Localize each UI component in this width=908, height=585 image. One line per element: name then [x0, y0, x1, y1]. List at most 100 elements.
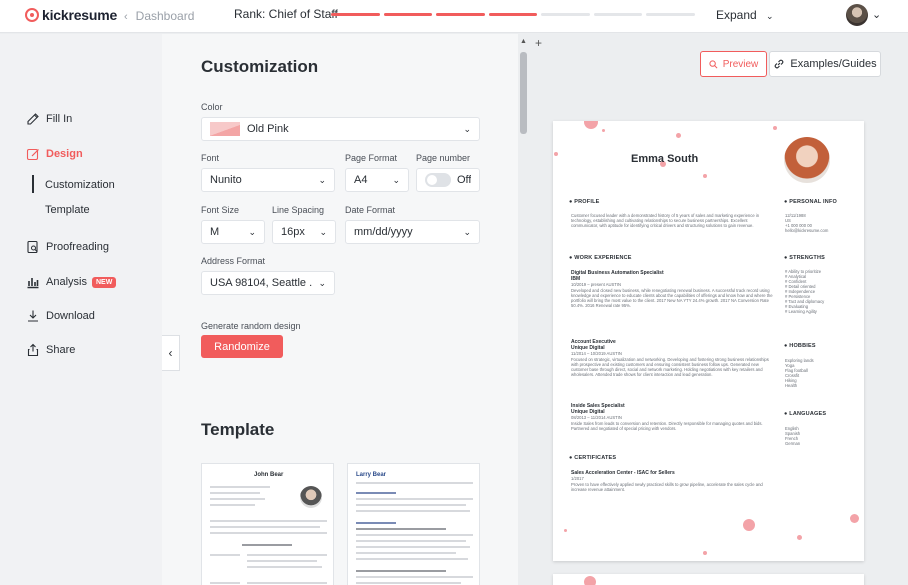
rank-segment	[646, 13, 695, 16]
toggle-switch	[425, 173, 451, 187]
chevron-down-icon: ⌄	[392, 174, 400, 185]
resume-job-date: 11/2014 – 10/2019 AUSTIN	[571, 351, 622, 356]
logo[interactable]: kickresume	[25, 7, 117, 23]
resume-hobbies-text: Exploring lands Yoga Flag football Cross…	[785, 358, 814, 388]
sidebar-item-download[interactable]: Download	[26, 309, 95, 323]
sidebar-item-label: Design	[46, 148, 83, 160]
rank-segment	[331, 13, 380, 16]
font-select[interactable]: Nunito ⌄	[201, 168, 335, 192]
sidebar-item-proofreading[interactable]: Proofreading	[26, 240, 109, 254]
rank-progress-bar	[331, 13, 695, 17]
template-card-john-bear[interactable]: John Bear	[201, 463, 334, 585]
chevron-left-icon: ‹	[168, 346, 173, 360]
resume-photo	[784, 137, 830, 183]
scrollbar-thumb[interactable]	[520, 52, 527, 134]
rank-segment	[593, 13, 643, 16]
resume-profile-text: Customer focused leader with a demonstra…	[571, 213, 760, 228]
sidebar-item-label: Proofreading	[46, 241, 109, 253]
link-icon	[775, 59, 784, 69]
chevron-down-icon: ⌄	[463, 226, 471, 237]
color-select[interactable]: Old Pink ⌄	[201, 117, 480, 141]
line-spacing-select[interactable]: 16px ⌄	[272, 220, 336, 244]
app-window: kickresume ‹ Dashboard Rank: Chief of Sta…	[0, 0, 908, 585]
date-format-label: Date Format	[345, 205, 396, 215]
decor-dot	[564, 529, 567, 532]
preview-button[interactable]: Preview	[700, 51, 767, 77]
template-name: Larry Bear	[356, 472, 387, 478]
address-format-value: USA 98104, Seattle ...	[210, 277, 313, 289]
rank-segment	[383, 13, 433, 16]
color-value: Old Pink	[247, 123, 289, 135]
resume-job-text: Developed and closed new business, while…	[571, 288, 773, 308]
share-icon	[27, 343, 39, 357]
rank-segment	[488, 13, 538, 16]
sidebar-subitem-customization[interactable]: Customization	[45, 179, 115, 191]
decor-dot	[773, 126, 777, 130]
decor-dot	[554, 152, 558, 156]
examples-guides-button[interactable]: Examples/Guides	[769, 51, 881, 77]
expand-dropdown[interactable]: Expand ⌄	[716, 8, 774, 22]
page-number-label: Page number	[416, 153, 471, 163]
chevron-down-icon: ⌄	[319, 226, 327, 237]
page-number-value: Off	[457, 174, 471, 186]
download-icon	[28, 310, 38, 322]
decor-dot	[676, 133, 681, 138]
resume-languages-text: English Spanish French German	[785, 426, 801, 446]
line-spacing-label: Line Spacing	[272, 205, 325, 215]
page-format-value: A4	[354, 174, 368, 186]
randomize-button[interactable]: Randomize	[201, 335, 283, 358]
resume-cert-title: Sales Acceleration Center - ISAC for Sel…	[571, 470, 675, 476]
decor-dot	[584, 576, 596, 585]
resume-section-hobbies: ● HOBBIES	[784, 343, 816, 349]
chevron-down-icon: ⌄	[248, 226, 256, 237]
expand-label: Expand	[716, 8, 757, 22]
decor-dot	[743, 519, 755, 531]
design-icon	[26, 148, 39, 161]
page-format-select[interactable]: A4 ⌄	[345, 168, 409, 192]
page-number-toggle[interactable]: Off	[416, 168, 480, 192]
scroll-up-arrow-icon[interactable]: ▲	[520, 38, 527, 45]
template-name: John Bear	[254, 472, 284, 478]
resume-job-text: Inside Sales from leads to conversion an…	[571, 421, 763, 431]
color-label: Color	[201, 102, 223, 112]
sidebar-item-fill-in[interactable]: Fill In	[26, 112, 72, 126]
resume-section-languages: ● LANGUAGES	[784, 411, 827, 417]
customization-panel: Customization Color Old Pink ⌄ Font Nuni…	[162, 34, 518, 585]
page-format-label: Page Format	[345, 153, 398, 163]
user-avatar[interactable]	[846, 4, 868, 26]
chevron-down-icon[interactable]: ⌄	[872, 8, 881, 21]
date-format-select[interactable]: mm/dd/yyyy ⌄	[345, 220, 480, 244]
decor-dot	[703, 551, 707, 555]
template-title: Template	[201, 420, 275, 439]
back-to-dashboard-link[interactable]: ‹ Dashboard	[124, 9, 194, 23]
sidebar-item-label: Share	[46, 344, 76, 356]
font-size-select[interactable]: M ⌄	[201, 220, 265, 244]
collapse-sidebar-button[interactable]: ‹	[162, 335, 180, 371]
sidebar-item-design[interactable]: Design	[26, 147, 83, 161]
proofread-icon	[27, 240, 38, 254]
resume-cert-text: Proven to have effectively applied newly…	[571, 482, 763, 492]
template-photo	[300, 486, 322, 508]
sidebar-item-analysis[interactable]: Analysis NEW	[26, 275, 117, 289]
logo-text: kickresume	[42, 7, 118, 23]
sidebar-subitem-template[interactable]: Template	[45, 204, 90, 216]
random-design-label: Generate random design	[201, 321, 301, 331]
sidebar-item-label: Fill In	[46, 113, 73, 125]
resume-cert-date: 1/2017	[571, 476, 584, 481]
rank-segment	[436, 13, 485, 16]
color-swatch	[210, 122, 240, 136]
font-label: Font	[201, 153, 220, 163]
decor-dot	[850, 514, 859, 523]
template-card-larry-bear[interactable]: Larry Bear	[347, 463, 480, 585]
new-badge: NEW	[91, 276, 117, 288]
chevron-left-icon: ‹	[124, 11, 128, 23]
dashboard-label: Dashboard	[135, 9, 195, 23]
rank-segment	[541, 13, 590, 16]
resume-job-text: Focused on strategic, virtualization and…	[571, 357, 769, 377]
address-format-select[interactable]: USA 98104, Seattle ... ⌄	[201, 271, 335, 295]
date-format-value: mm/dd/yyyy	[354, 226, 413, 238]
sidebar-item-label: Download	[46, 310, 95, 322]
sidebar-item-share[interactable]: Share	[26, 343, 75, 357]
resume-job-title: Digital Business Automation Specialist	[571, 270, 664, 276]
plus-icon[interactable]: +	[535, 36, 542, 50]
